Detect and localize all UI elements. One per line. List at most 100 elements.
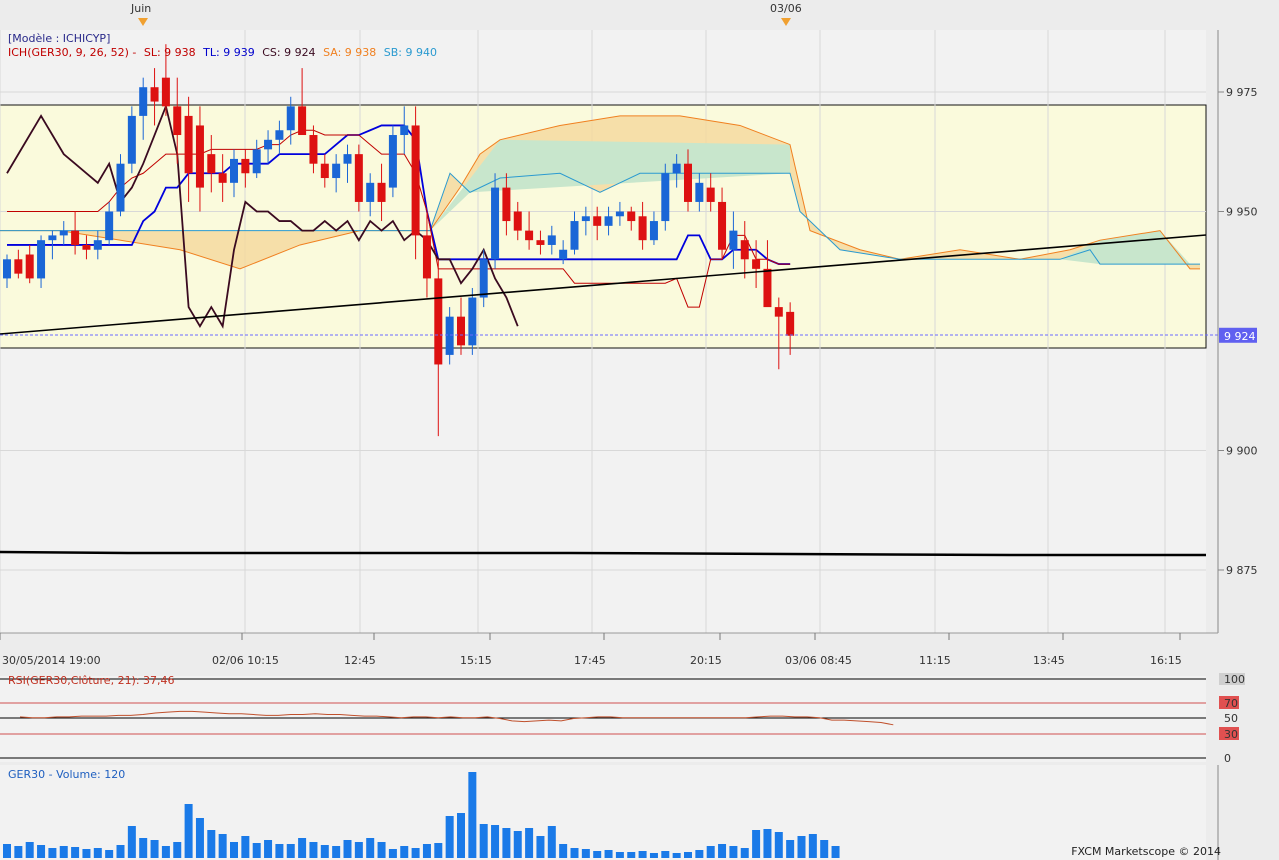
volume-bar xyxy=(706,846,715,858)
candle-body xyxy=(366,182,375,202)
ich-prefix: ICH(GER30, 9, 26, 52) - xyxy=(8,46,137,59)
volume-bar xyxy=(786,840,795,858)
candle-body xyxy=(536,240,545,245)
candle-body xyxy=(479,259,488,298)
candle-body xyxy=(649,221,658,241)
volume-bar xyxy=(491,825,500,858)
volume-bar xyxy=(740,848,749,858)
candle-body xyxy=(105,211,114,241)
candle-body xyxy=(195,125,204,188)
candle-body xyxy=(25,254,34,279)
candle-body xyxy=(615,211,624,217)
volume-bar xyxy=(264,840,273,858)
marker-juin-icon xyxy=(138,18,148,26)
volume-bar xyxy=(173,842,182,858)
volume-bar xyxy=(343,840,352,858)
volume-bar xyxy=(684,852,692,858)
volume-bar xyxy=(252,843,261,858)
candle-body xyxy=(706,187,715,202)
candle-body xyxy=(218,173,227,183)
candle-body xyxy=(559,249,568,260)
candle-body xyxy=(48,235,57,241)
rsi-tick-label: 30 xyxy=(1224,728,1238,741)
candle-body xyxy=(150,87,159,102)
candle-body xyxy=(37,240,46,279)
candle-body xyxy=(422,235,431,279)
price-tick-label: 9 875 xyxy=(1226,564,1258,577)
candle-body xyxy=(286,106,295,131)
candle-body xyxy=(570,221,579,250)
price-tick-label: 9 900 xyxy=(1226,445,1258,458)
candle-body xyxy=(139,87,148,116)
candle-body xyxy=(638,216,647,241)
candle-body xyxy=(241,158,250,174)
watermark: FXCM Marketscope © 2014 xyxy=(1071,845,1221,858)
volume-bar xyxy=(241,836,250,858)
volume-bar xyxy=(502,828,511,858)
time-tick-label: 03/06 08:45 xyxy=(785,654,852,667)
volume-bar xyxy=(48,848,57,858)
candle-body xyxy=(230,158,238,183)
ichimoku-legend: ICH(GER30, 9, 26, 52) - SL: 9 938 TL: 9 … xyxy=(8,46,437,60)
candle-body xyxy=(184,115,193,174)
candle-body xyxy=(547,235,556,245)
volume-bar xyxy=(615,852,624,858)
volume-bar xyxy=(661,851,670,858)
candle-body xyxy=(729,230,738,250)
volume-bar xyxy=(116,845,125,858)
volume-bar xyxy=(479,824,488,858)
volume-bar xyxy=(525,828,534,858)
candle-body xyxy=(93,240,102,250)
candle-body xyxy=(774,307,783,317)
candle-body xyxy=(400,125,409,136)
volume-bar xyxy=(434,843,443,858)
candle-body xyxy=(502,187,511,222)
time-tick-label: 30/05/2014 19:00 xyxy=(2,654,101,667)
rsi-tick-label: 70 xyxy=(1224,697,1238,710)
volume-bar xyxy=(275,844,284,858)
volume-bar xyxy=(627,852,636,858)
volume-bar xyxy=(570,848,579,858)
time-axis-bg xyxy=(0,633,1218,673)
volume-bar xyxy=(774,832,783,858)
rsi-tick-label: 0 xyxy=(1224,752,1231,765)
volume-bar xyxy=(377,842,386,858)
candle-body xyxy=(275,130,284,140)
volume-bar xyxy=(445,816,454,858)
candle-body xyxy=(309,135,318,164)
volume-bar xyxy=(513,831,522,858)
marker-0306-label: 03/06 xyxy=(770,2,802,15)
candle-body xyxy=(14,259,23,274)
volume-bar xyxy=(752,830,761,858)
volume-bar xyxy=(286,844,295,858)
candle-body xyxy=(411,125,420,236)
candle-body xyxy=(116,163,125,212)
candle-body xyxy=(672,163,681,174)
candle-body xyxy=(445,316,454,355)
time-tick-label: 11:15 xyxy=(919,654,951,667)
candle-body xyxy=(457,316,465,346)
volume-bar xyxy=(559,844,568,858)
volume-bar xyxy=(763,829,772,858)
volume-bar xyxy=(150,840,159,858)
candle-body xyxy=(740,240,749,260)
volume-bar xyxy=(547,826,556,858)
volume-bar xyxy=(127,826,136,858)
candle-body xyxy=(161,77,170,107)
candle-body xyxy=(581,216,590,222)
volume-bar xyxy=(184,804,193,858)
candle-body xyxy=(173,106,182,136)
time-tick-label: 02/06 10:15 xyxy=(212,654,279,667)
candle-body xyxy=(661,173,670,222)
cs-value: CS: 9 924 xyxy=(262,46,316,59)
marker-0306-icon xyxy=(781,18,791,26)
volume-bar xyxy=(37,845,46,858)
candle-body xyxy=(513,211,522,231)
volume-bar xyxy=(536,836,545,858)
candle-body xyxy=(491,187,500,260)
candle-body xyxy=(320,163,329,179)
volume-bar xyxy=(230,842,238,858)
candle-body xyxy=(252,149,261,174)
volume-bar xyxy=(411,848,420,858)
volume-bar xyxy=(649,853,658,858)
